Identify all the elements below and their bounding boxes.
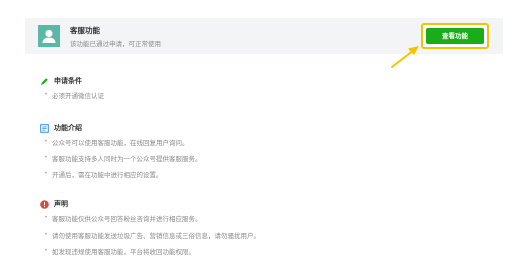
list-item: 公众号可以使用客服功能，在线回复用户询问。 [44,137,188,147]
document-icon [40,123,49,133]
feature-name: 客服功能 [70,26,100,35]
intro-title-text: 功能介绍 [54,124,82,132]
statement-title: 声明 [40,199,68,209]
warning-icon [40,199,49,209]
pencil-icon [40,77,49,86]
list-item: 请勿使用客服功能发送垃圾广告、营销信息或三俗信息，请勿骚扰用户。 [44,230,260,240]
list-item: 必须开通微信认证 [44,90,104,100]
requirements-title: 申请条件 [40,76,82,86]
view-button-highlight: 查看功能 [421,23,489,49]
intro-title: 功能介绍 [40,123,82,133]
feature-status: 该功能已通过申请，可正常使用 [70,40,161,48]
list-item: 如发现违规使用客服功能，平台将收回功能权限。 [44,246,195,256]
customer-service-icon [38,25,60,47]
view-feature-button[interactable]: 查看功能 [426,28,484,44]
list-item: 客服功能支持多人同时为一个公众号提供客服服务。 [44,153,201,163]
requirements-title-text: 申请条件 [54,77,82,85]
list-item: 开通后，需在功能中进行相应的设置。 [44,169,162,179]
list-item: 客服功能仅供公众号回答粉丝咨询并进行相应服务。 [44,213,201,223]
statement-title-text: 声明 [54,200,68,208]
